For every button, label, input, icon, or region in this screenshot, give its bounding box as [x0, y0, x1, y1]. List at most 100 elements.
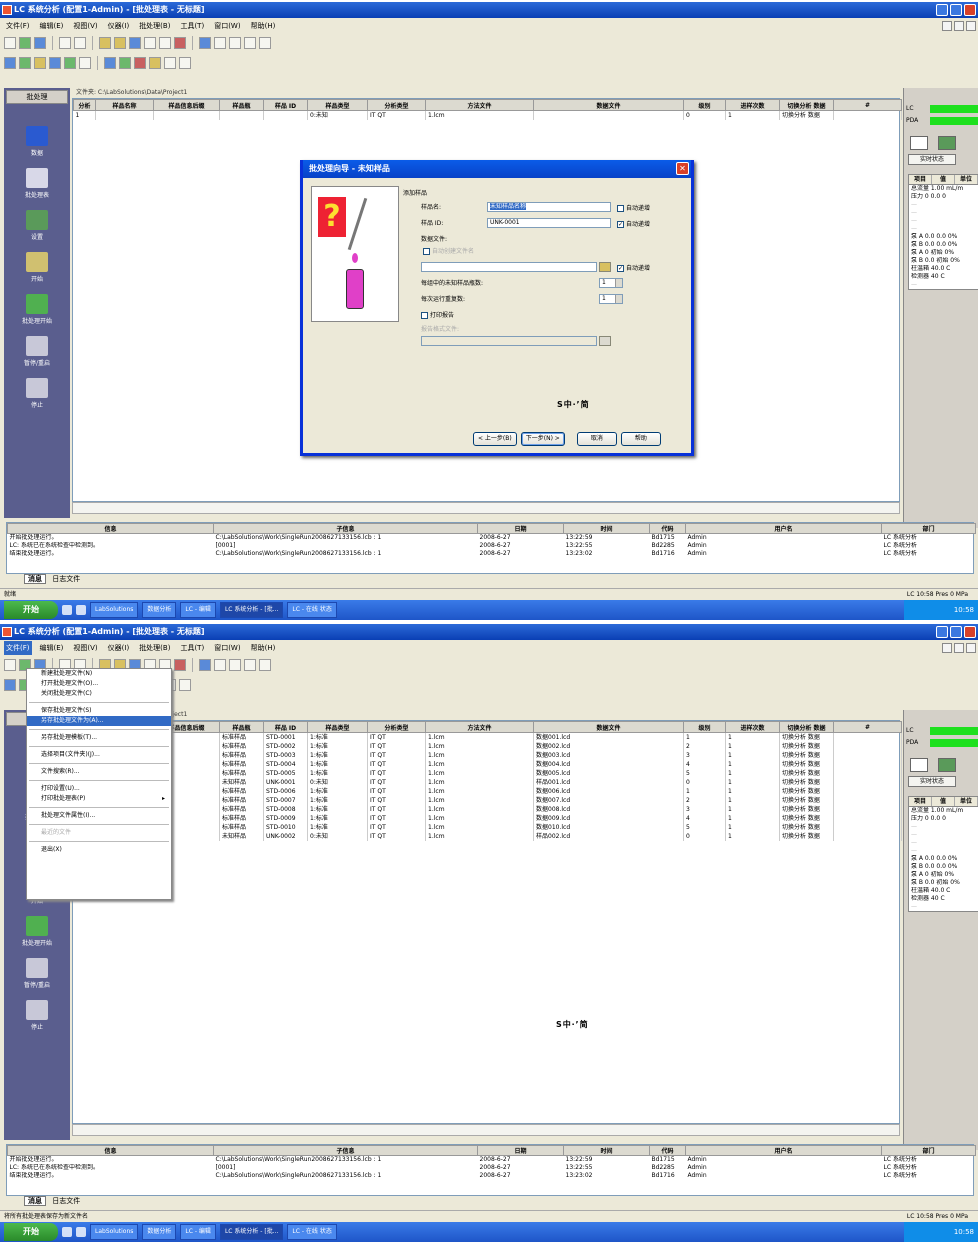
menu-item[interactable]: 退出(X): [27, 845, 171, 855]
ime-toolbar[interactable]: S中‧’简: [557, 400, 590, 410]
nav-prev-icon[interactable]: [229, 37, 241, 49]
table-cell[interactable]: 标准样品: [219, 805, 264, 814]
back-button[interactable]: < 上一步(B): [473, 432, 517, 446]
table-cell[interactable]: [153, 110, 220, 120]
table-cell[interactable]: 开始批处理运行。: [8, 1156, 214, 1165]
table-cell[interactable]: 5: [683, 823, 726, 832]
spin-arrows-icon[interactable]: [615, 295, 622, 303]
sidebar-item-batch-table[interactable]: 批处理表: [4, 166, 70, 202]
table-cell[interactable]: STD-0004: [263, 760, 308, 769]
table-cell[interactable]: 0: [683, 110, 726, 120]
table-cell[interactable]: 1:标准: [307, 814, 368, 823]
table-cell[interactable]: IT QT: [367, 769, 426, 778]
menu-tools[interactable]: 工具(T): [178, 19, 206, 33]
table-cell[interactable]: 1: [725, 823, 780, 832]
batch-export-icon[interactable]: [79, 57, 91, 69]
table-cell[interactable]: LC: 系统已在系统检查中检测到。: [8, 542, 214, 550]
menu-item[interactable]: 保存批处理文件(S): [27, 706, 171, 716]
tab-log-file[interactable]: 日志文件: [52, 1197, 80, 1205]
menu-item[interactable]: 打开批处理文件(O)...: [27, 679, 171, 689]
mdi-restore-button[interactable]: [954, 643, 964, 653]
column-header[interactable]: 分析类型: [367, 721, 426, 733]
menu-item[interactable]: 选择项目(文件夹)(J)...: [27, 750, 171, 760]
desktop-icon[interactable]: [76, 605, 86, 615]
table-cell[interactable]: 数据003.lcd: [533, 751, 684, 760]
table-row[interactable]: 标准样品 STD-0004 1:标准 IT QT 1.lcm 数据004.lcd 4 1 切换分…: [73, 760, 902, 769]
table-cell[interactable]: 标准样品: [219, 760, 264, 769]
table-cell[interactable]: [833, 760, 902, 769]
table-cell[interactable]: 2008-6-27: [478, 1164, 564, 1172]
table-cell[interactable]: 切换分析 数据: [779, 814, 834, 823]
table-cell[interactable]: [833, 732, 902, 742]
horizontal-scrollbar[interactable]: [72, 1124, 900, 1136]
column-header[interactable]: 进样次数: [725, 99, 780, 111]
table-cell[interactable]: 2008-6-27: [478, 534, 564, 543]
table-cell[interactable]: 切换分析 数据: [779, 742, 834, 751]
table-cell[interactable]: 1: [725, 769, 780, 778]
nav-first-icon[interactable]: [214, 37, 226, 49]
table-cell[interactable]: 5: [683, 769, 726, 778]
log-column-header[interactable]: 代码: [649, 1145, 686, 1156]
table-cell[interactable]: 标准样品: [219, 823, 264, 832]
browse-folder-icon[interactable]: [599, 262, 611, 272]
taskbar-button[interactable]: LC - 编辑: [180, 602, 216, 618]
insert-row-icon[interactable]: [99, 37, 111, 49]
table-cell[interactable]: 1: [725, 796, 780, 805]
table-cell[interactable]: 1.lcm: [425, 769, 534, 778]
menu-item[interactable]: 新建批处理文件(N): [27, 669, 171, 679]
table-cell[interactable]: 标准样品: [219, 742, 264, 751]
close-button[interactable]: [964, 4, 976, 16]
table-cell[interactable]: LC: 系统已在系统检查中检测到。: [8, 1164, 214, 1172]
wizard-icon[interactable]: [199, 37, 211, 49]
data-file-field[interactable]: [421, 262, 597, 272]
log-column-header[interactable]: 子信息: [213, 523, 478, 534]
column-header[interactable]: 进样次数: [725, 721, 780, 733]
minimize-button[interactable]: [936, 626, 948, 638]
table-cell[interactable]: 切换分析 数据: [779, 823, 834, 832]
ie-icon[interactable]: [62, 605, 72, 615]
table-cell[interactable]: 切换分析 数据: [779, 769, 834, 778]
column-header[interactable]: 样品名称: [95, 99, 154, 111]
table-row[interactable]: 1 0:未知 IT QT 1.lcm 0 1 切换分析 数据: [73, 110, 902, 120]
table-cell[interactable]: 13:22:55: [564, 542, 650, 550]
batch-settings-icon[interactable]: [19, 57, 31, 69]
table-cell[interactable]: Admin: [686, 1156, 882, 1165]
table-cell[interactable]: 数据006.lcd: [533, 787, 684, 796]
menu-edit[interactable]: 编辑(E): [38, 19, 66, 33]
taskbar-button[interactable]: LabSolutions: [90, 1224, 139, 1240]
column-header[interactable]: 样品信息后缀: [153, 99, 220, 111]
table-cell[interactable]: 0: [683, 832, 726, 841]
nav-next-icon[interactable]: [244, 37, 256, 49]
arrow-right-icon[interactable]: [159, 37, 171, 49]
table-cell[interactable]: IT QT: [367, 732, 426, 742]
table-cell[interactable]: [0001]: [214, 1164, 478, 1172]
sidebar-item-pause[interactable]: 暂停/重启: [4, 956, 70, 992]
open-folder-icon[interactable]: [19, 37, 31, 49]
table-cell[interactable]: 13:22:59: [564, 1156, 650, 1165]
table-cell[interactable]: [0001]: [214, 542, 478, 550]
table-row[interactable]: 标准样品 STD-0006 1:标准 IT QT 1.lcm 数据006.lcd 1 1 切换分…: [73, 787, 902, 796]
column-header[interactable]: 切换分析 数据: [779, 721, 834, 733]
table-cell[interactable]: 1: [725, 742, 780, 751]
table-icon[interactable]: [129, 37, 141, 49]
table-row[interactable]: 标准样品 STD-0010 1:标准 IT QT 1.lcm 数据010.lcd 5 1 切换分…: [73, 823, 902, 832]
table-cell[interactable]: [833, 823, 902, 832]
table-cell[interactable]: STD-0003: [263, 751, 308, 760]
table-cell[interactable]: 1.lcm: [425, 787, 534, 796]
table-cell[interactable]: 切换分析 数据: [779, 805, 834, 814]
table-cell[interactable]: 切换分析 数据: [779, 751, 834, 760]
view-edit-icon[interactable]: [149, 57, 161, 69]
log-row[interactable]: 结束批处理运行。 C:\LabSolutions\Work\SingleRun20…: [8, 1172, 976, 1180]
sidebar-item-batch-start[interactable]: 批处理开始: [4, 292, 70, 328]
table-cell[interactable]: 1:标准: [307, 823, 368, 832]
table-cell[interactable]: 1: [725, 787, 780, 796]
column-header[interactable]: 分析类型: [367, 99, 426, 111]
report-format-field[interactable]: [421, 336, 597, 346]
table-cell[interactable]: 1: [683, 787, 726, 796]
table-cell[interactable]: 3: [683, 751, 726, 760]
table-cell[interactable]: [833, 805, 902, 814]
batch-table-icon[interactable]: [4, 679, 16, 691]
log-column-header[interactable]: 日期: [477, 523, 564, 534]
table-cell[interactable]: 4: [683, 814, 726, 823]
menu-item[interactable]: 批处理文件属性(I)...: [27, 811, 171, 821]
